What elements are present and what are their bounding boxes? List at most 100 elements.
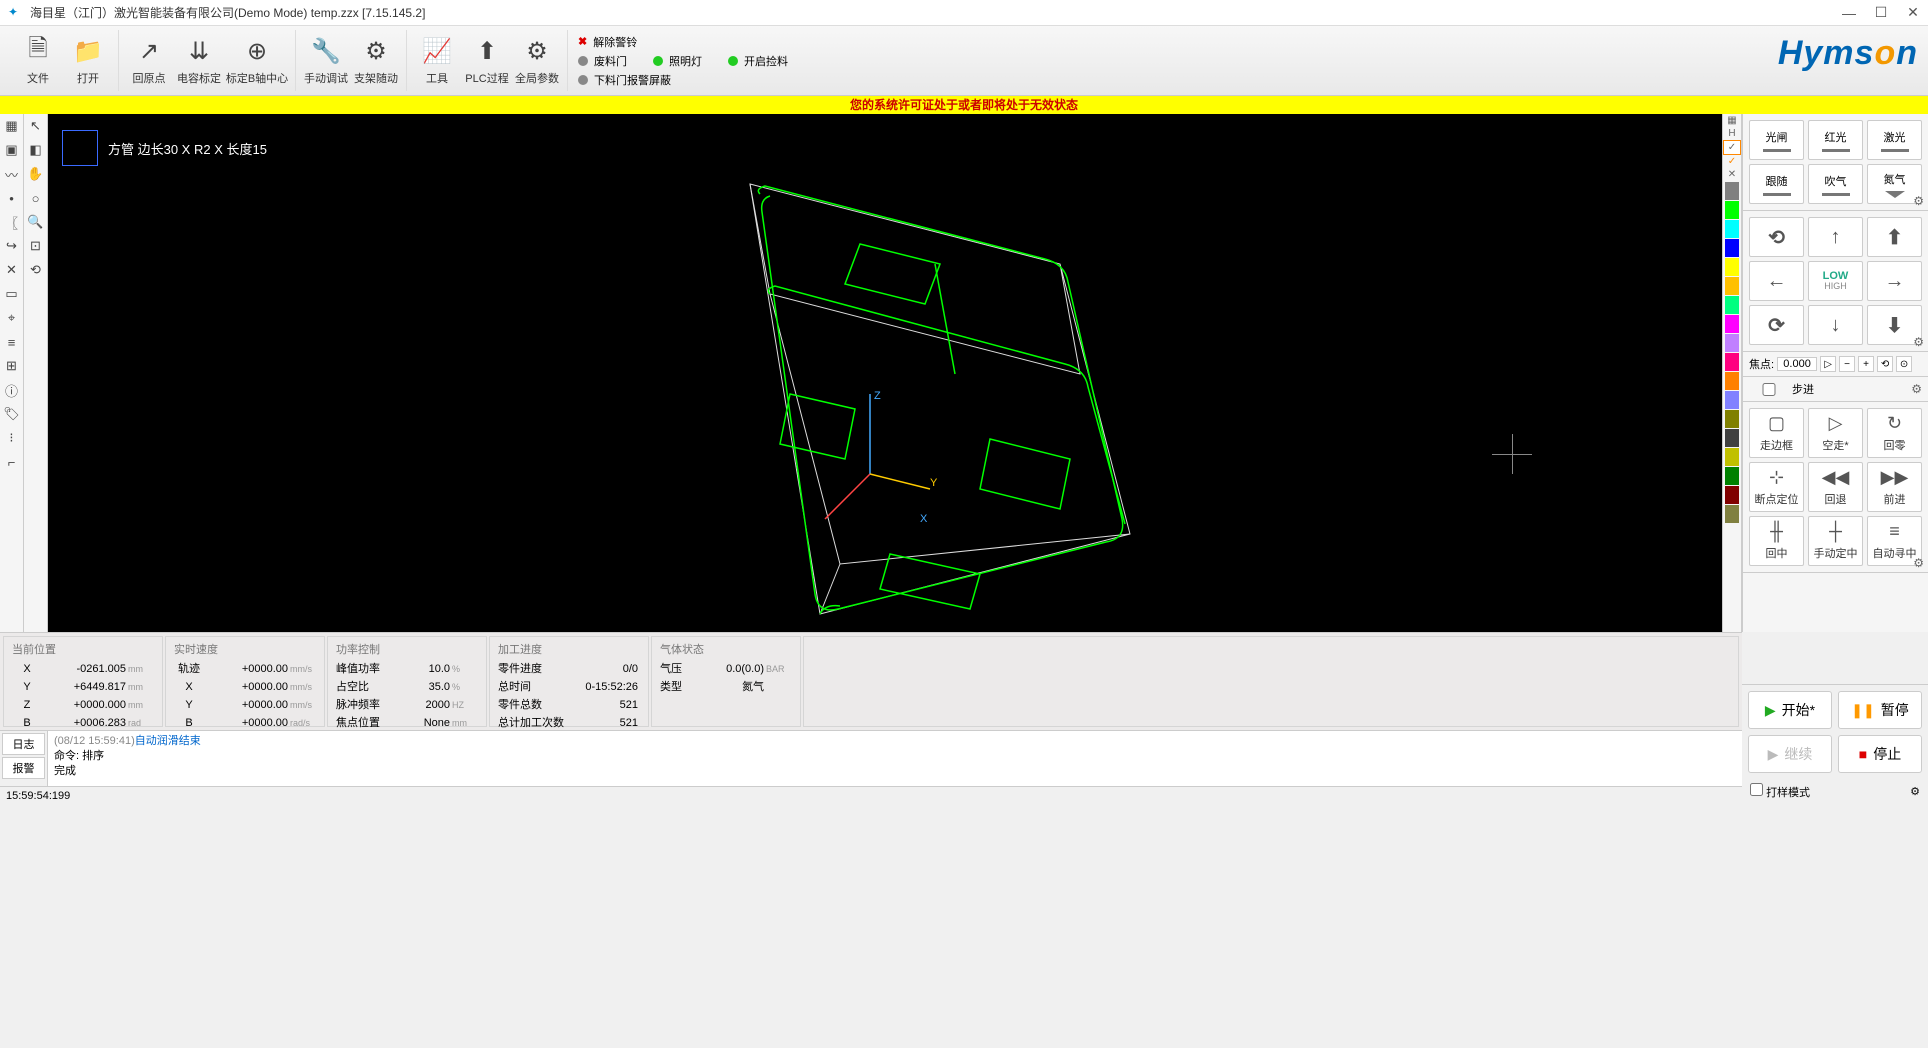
zoom-icon[interactable]: 🔍 <box>25 211 46 233</box>
down-button[interactable]: ↓ <box>1808 305 1863 345</box>
color-swatch[interactable] <box>1725 334 1739 352</box>
stop-button[interactable]: ■停止 <box>1838 735 1922 773</box>
color-swatch[interactable] <box>1725 296 1739 314</box>
unload-toggle[interactable]: 下料门报警屏蔽 <box>594 72 671 88</box>
bracket-button[interactable]: ⚙支架随动 <box>352 31 400 91</box>
color-swatch[interactable] <box>1725 372 1739 390</box>
go-button[interactable]: ▷ <box>1820 356 1836 372</box>
file-button[interactable]: 🗎文件 <box>14 31 62 91</box>
frame-button[interactable]: ▢走边框 <box>1749 408 1804 458</box>
color-swatch[interactable] <box>1725 429 1739 447</box>
color-swatch[interactable] <box>1725 277 1739 295</box>
plc-button[interactable]: ⬆PLC过程 <box>463 31 511 91</box>
focus-input[interactable] <box>1777 357 1817 371</box>
laser-button[interactable]: 激光 <box>1867 120 1922 160</box>
rect-icon[interactable]: ▭ <box>1 283 22 305</box>
color-swatch[interactable] <box>1725 448 1739 466</box>
b-axis-cal-button[interactable]: ⊕标定B轴中心 <box>225 31 289 91</box>
color-swatch[interactable] <box>1725 258 1739 276</box>
color-swatch[interactable] <box>1725 391 1739 409</box>
breakpoint-button[interactable]: ⊹断点定位 <box>1749 462 1804 512</box>
zero-button[interactable]: ↻回零 <box>1867 408 1922 458</box>
sample-checkbox[interactable] <box>1750 783 1763 796</box>
select-icon[interactable]: ◧ <box>25 139 46 161</box>
tab-alarm[interactable]: 报警 <box>2 757 45 779</box>
tab-log[interactable]: 日志 <box>2 733 45 755</box>
circle-icon[interactable]: ○ <box>25 187 46 209</box>
check-icon[interactable]: ✓ <box>1723 140 1741 155</box>
close-button[interactable]: ✕ <box>1906 6 1920 20</box>
cross-icon[interactable]: ✕ <box>1 259 22 281</box>
color-swatch[interactable] <box>1725 505 1739 523</box>
color-swatch[interactable] <box>1725 239 1739 257</box>
color-swatch[interactable] <box>1725 410 1739 428</box>
pan-icon[interactable]: ✋ <box>25 163 46 185</box>
manual-center-button[interactable]: ┼手动定中 <box>1808 516 1863 566</box>
gear-icon[interactable]: ⚙ <box>1913 556 1924 570</box>
autopick-toggle[interactable]: 开启捡料 <box>744 53 788 69</box>
layer-icon[interactable]: ▦ <box>1723 114 1741 127</box>
redo-icon[interactable]: ↪ <box>1 235 22 257</box>
dots-icon[interactable]: ⁝ <box>1 427 22 449</box>
follow-button[interactable]: 跟随 <box>1749 164 1804 204</box>
gear-icon[interactable]: ⚙ <box>1911 382 1922 396</box>
minimize-button[interactable]: — <box>1842 6 1856 20</box>
info-icon[interactable]: ⓘ <box>1 379 22 401</box>
blow-button[interactable]: 吹气 <box>1808 164 1863 204</box>
rotate-cw-button[interactable]: ⟳ <box>1749 305 1804 345</box>
group-icon[interactable]: ▣ <box>1 139 22 161</box>
forward-button[interactable]: ▶▶前进 <box>1867 462 1922 512</box>
origin-button[interactable]: ↗回原点 <box>125 31 173 91</box>
color-swatch[interactable] <box>1725 467 1739 485</box>
gear-icon[interactable]: ⚙ <box>1910 785 1920 798</box>
dryrun-button[interactable]: ▷空走* <box>1808 408 1863 458</box>
gear-icon[interactable]: ⚙ <box>1913 335 1924 349</box>
open-button[interactable]: 📁打开 <box>64 31 112 91</box>
back-button[interactable]: ◀◀回退 <box>1808 462 1863 512</box>
light-toggle[interactable]: 照明灯 <box>669 53 702 69</box>
minus-button[interactable]: − <box>1839 356 1855 372</box>
color-swatch[interactable] <box>1725 182 1739 200</box>
align-icon[interactable]: ⊞ <box>1 355 22 377</box>
color-swatch[interactable] <box>1725 201 1739 219</box>
speed-toggle[interactable]: LOWHIGH <box>1808 261 1863 301</box>
tag-icon[interactable]: 🏷 <box>1 403 22 425</box>
curve-icon[interactable]: 〰 <box>1 163 22 185</box>
compass-icon[interactable]: ⌖ <box>1 307 22 329</box>
mark-button[interactable]: ⊙ <box>1896 356 1912 372</box>
center-button[interactable]: ╫回中 <box>1749 516 1804 566</box>
head-up-button[interactable]: ⬆ <box>1867 217 1922 257</box>
corner-icon[interactable]: ⌐ <box>1 451 22 473</box>
right-button[interactable]: → <box>1867 261 1922 301</box>
plus-button[interactable]: + <box>1858 356 1874 372</box>
reset-button[interactable]: ⟲ <box>1877 356 1893 372</box>
grid-icon[interactable]: ▦ <box>1 115 22 137</box>
fit-icon[interactable]: ⊡ <box>25 235 46 257</box>
shutter-button[interactable]: 光闸 <box>1749 120 1804 160</box>
manual-button[interactable]: 🔧手动调试 <box>302 31 350 91</box>
color-swatch[interactable] <box>1725 486 1739 504</box>
cap-cal-button[interactable]: ⇊电容标定 <box>175 31 223 91</box>
rotate-ccw-button[interactable]: ⟲ <box>1749 217 1804 257</box>
color-swatch[interactable] <box>1725 315 1739 333</box>
viewport-3d[interactable]: 方管 边长30 X R2 X 长度15 <box>48 114 1722 632</box>
pointer-icon[interactable]: ↖ <box>25 115 46 137</box>
global-button[interactable]: ⚙全局参数 <box>513 31 561 91</box>
sample-mode-toggle[interactable]: 打样模式 <box>1750 783 1810 800</box>
continue-button[interactable]: ▶继续 <box>1748 735 1832 773</box>
maximize-button[interactable]: ☐ <box>1874 6 1888 20</box>
step-checkbox[interactable] <box>1749 383 1789 396</box>
log-content[interactable]: (08/12 15:59:41)自动润滑结束 命令: 排序 完成 <box>48 731 1742 786</box>
color-swatch[interactable] <box>1725 220 1739 238</box>
hv-icon[interactable]: H <box>1723 127 1741 140</box>
left-button[interactable]: ← <box>1749 261 1804 301</box>
x-layer-icon[interactable]: ✕ <box>1723 168 1741 181</box>
dot-icon[interactable]: • <box>1 187 22 209</box>
rotate-icon[interactable]: ⟲ <box>25 259 46 281</box>
pause-button[interactable]: ❚❚暂停 <box>1838 691 1922 729</box>
layers-icon[interactable]: ≡ <box>1 331 22 353</box>
up-button[interactable]: ↑ <box>1808 217 1863 257</box>
gear-icon[interactable]: ⚙ <box>1913 194 1924 208</box>
tool-button[interactable]: 📈工具 <box>413 31 461 91</box>
waste-toggle[interactable]: 废料门 <box>594 53 627 69</box>
